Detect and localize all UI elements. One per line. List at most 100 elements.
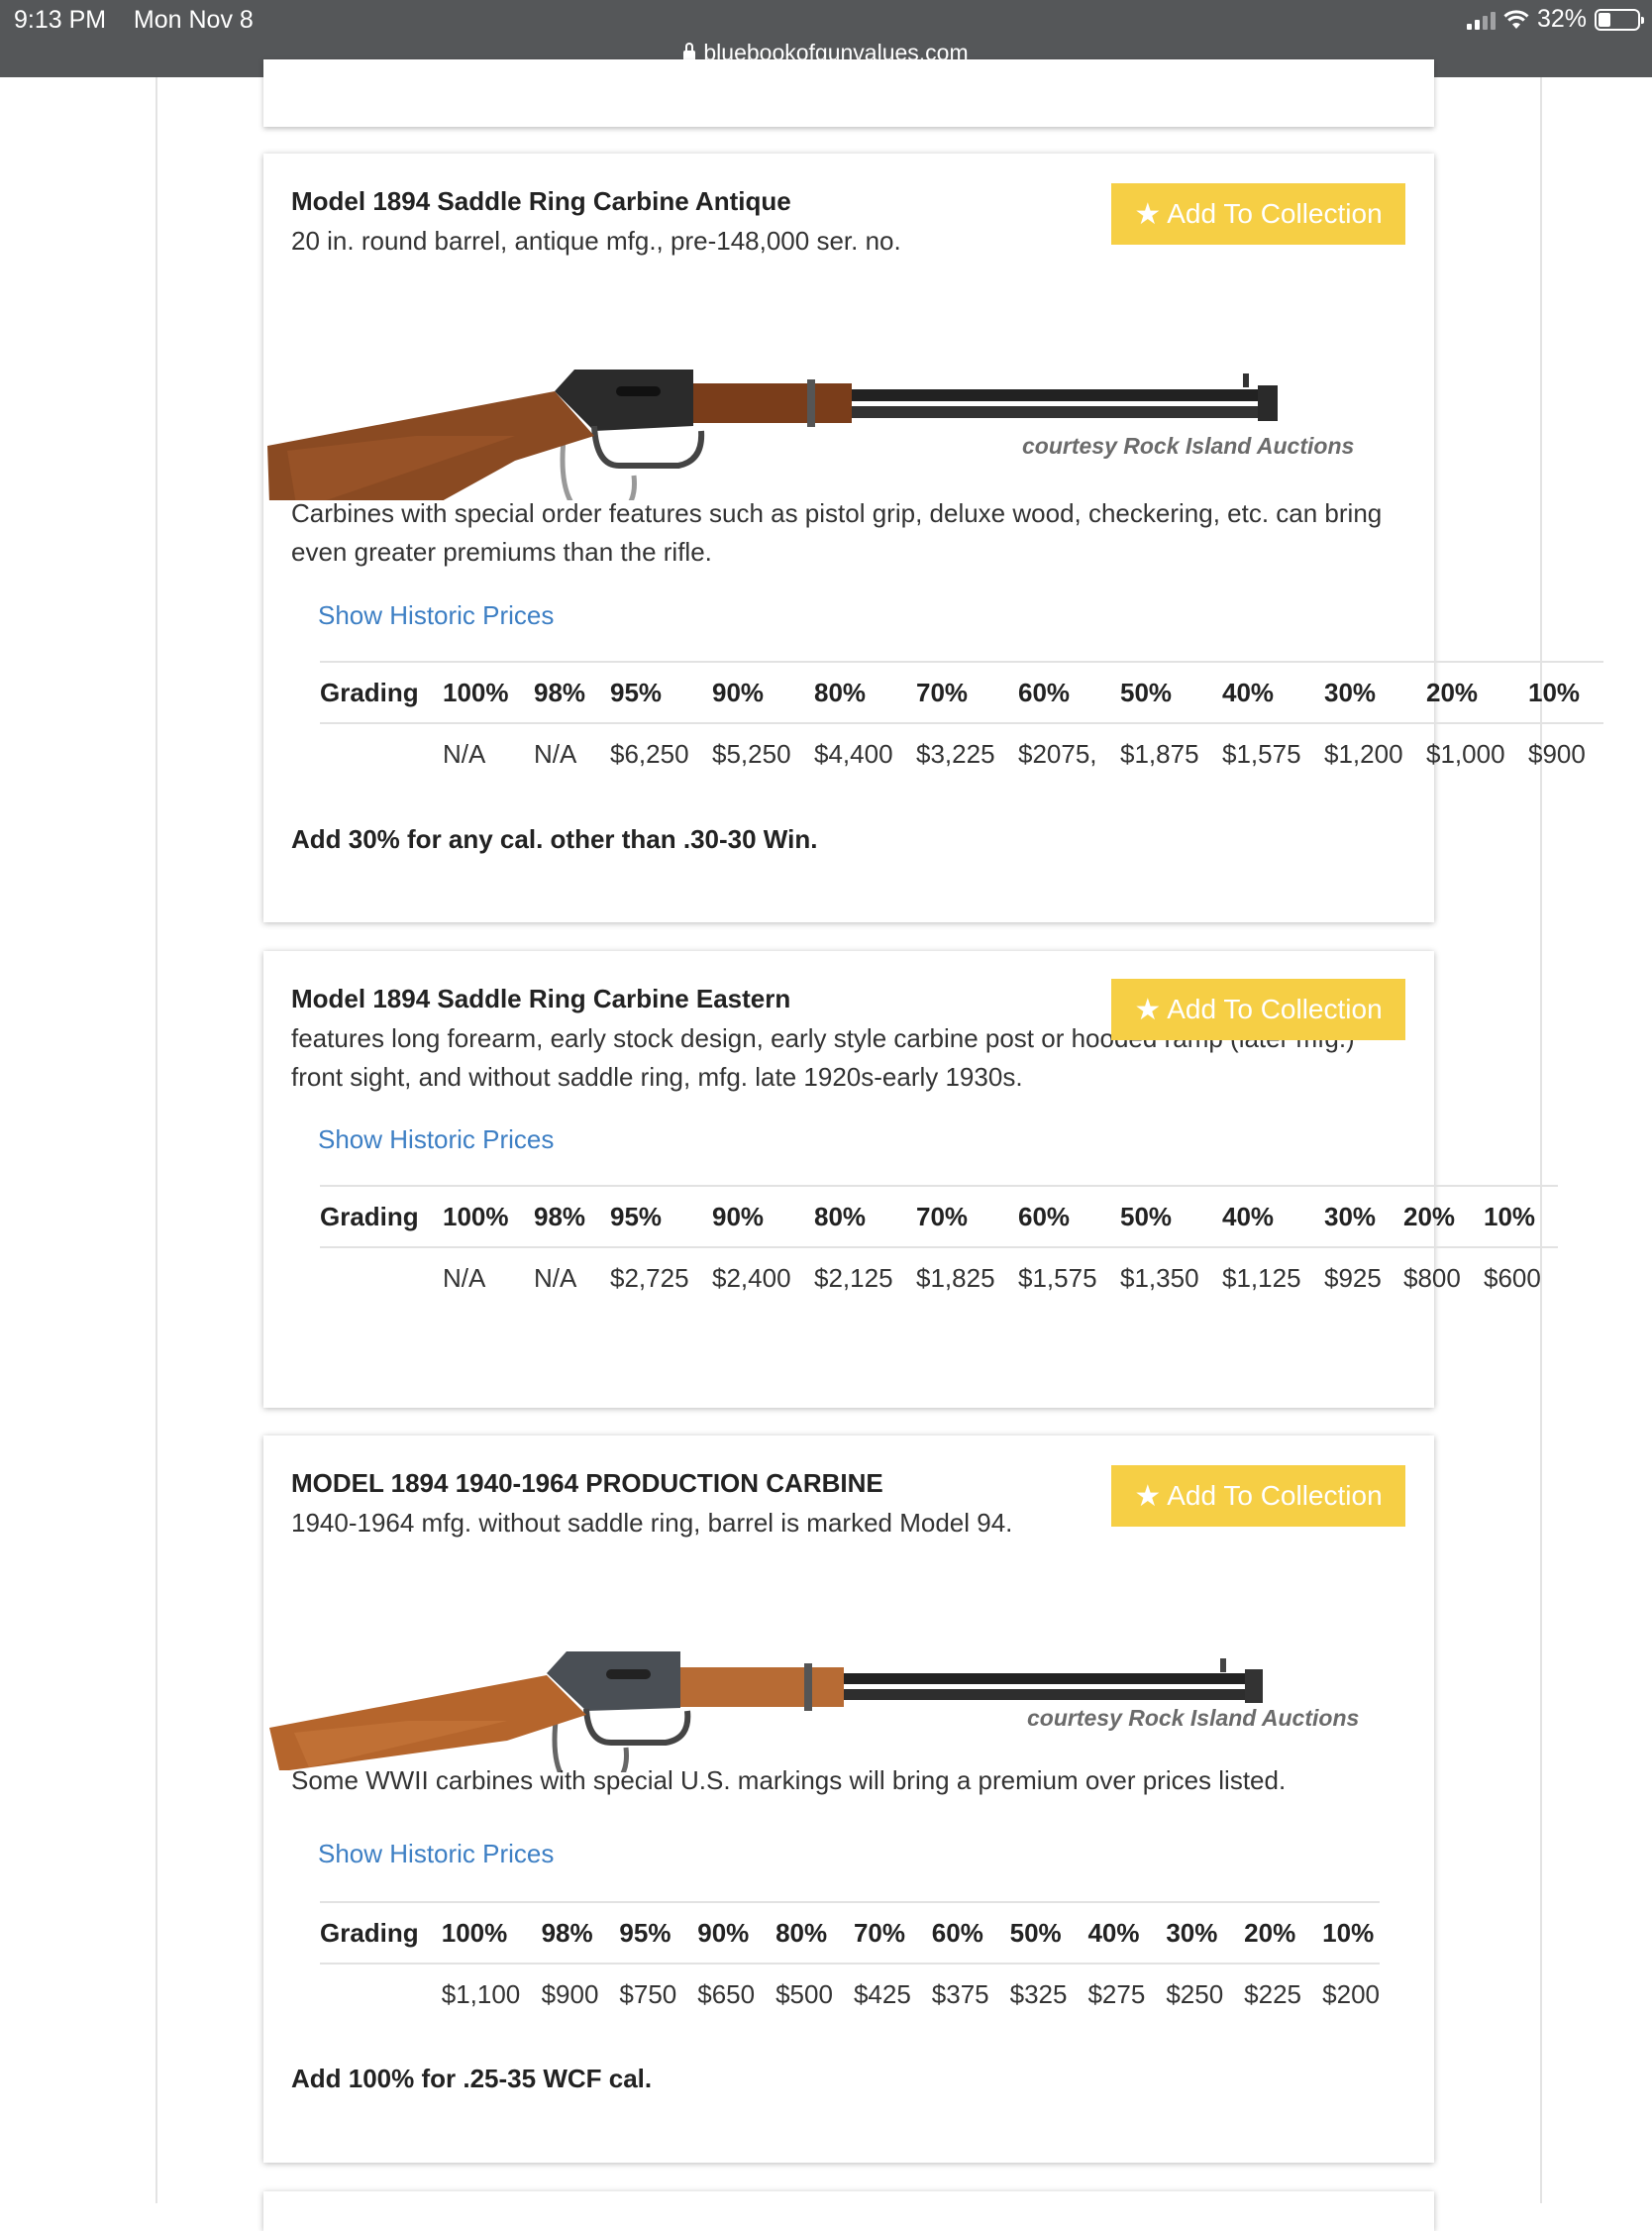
listing-note: Some WWII carbines with special U.S. mar… (291, 1765, 1287, 1795)
grade-row: Grading 100% 98% 95% 90% 80% 70% 60% 50%… (320, 661, 1603, 724)
status-indicators: 32% (1466, 5, 1644, 34)
price-cell: $250 (1166, 1978, 1224, 2009)
grade-cell: 60% (1018, 661, 1120, 724)
button-label: Add To Collection (1167, 994, 1383, 1024)
listing-card-previous (263, 59, 1434, 127)
status-time: 9:13 PM Mon Nov 8 (14, 6, 254, 35)
price-cell: $375 (931, 1978, 989, 2009)
grade-cell: 40% (1222, 1185, 1324, 1248)
grade-cell: 80% (814, 1185, 916, 1248)
price-cell: $1,575 (1222, 738, 1301, 769)
add-to-collection-button[interactable]: ★ Add To Collection (1111, 1465, 1405, 1527)
price-row: N/A N/A $2,725 $2,400 $2,125 $1,825 $1,5… (320, 1247, 1558, 1308)
grade-row: Grading 100% 98% 95% 90% 80% 70% 60% 50%… (320, 1185, 1558, 1248)
price-cell: N/A (443, 738, 486, 769)
button-label: Add To Collection (1167, 1480, 1383, 1511)
price-cell: $4,400 (814, 738, 893, 769)
listing-title: Model 1894 Saddle Ring Carbine Antique (291, 186, 791, 216)
grade-cell: 100% (441, 1901, 542, 1965)
grade-row: Grading 100% 98% 95% 90% 80% 70% 60% 50%… (320, 1901, 1380, 1965)
price-cell: $1,125 (1222, 1262, 1301, 1293)
clock: 9:13 PM (14, 6, 107, 34)
rifle-image (269, 1651, 1263, 1772)
price-cell: $1,100 (441, 1978, 521, 2009)
grade-cell: 10% (1528, 661, 1603, 724)
price-cell: $650 (697, 1978, 756, 2009)
listing-footnote: Add 30% for any cal. other than .30-30 W… (291, 824, 818, 854)
listing-description: 1940-1964 mfg. without saddle ring, barr… (291, 1508, 1013, 1538)
price-cell: $1,350 (1120, 1262, 1199, 1293)
price-row: $1,100 $900 $750 $650 $500 $425 $375 $32… (320, 1964, 1380, 2024)
price-cell: $2075, (1018, 738, 1097, 769)
rifle-image (267, 370, 1278, 500)
price-table: Grading 100% 98% 95% 90% 80% 70% 60% 50%… (320, 1185, 1558, 1308)
wifi-icon (1503, 9, 1529, 29)
listing-card-next (263, 2191, 1434, 2231)
grade-cell: 10% (1484, 1185, 1558, 1248)
grade-cell: 50% (1120, 1185, 1222, 1248)
price-cell: $800 (1403, 1262, 1461, 1293)
grading-header: Grading (320, 1185, 443, 1248)
grade-cell: 40% (1222, 661, 1324, 724)
price-cell: $2,725 (610, 1262, 689, 1293)
grade-cell: 10% (1322, 1901, 1380, 1965)
add-to-collection-button[interactable]: ★ Add To Collection (1111, 979, 1405, 1040)
grade-cell: 20% (1403, 1185, 1484, 1248)
price-cell: $900 (541, 1978, 599, 2009)
grade-cell: 98% (534, 1185, 610, 1248)
price-row: N/A N/A $6,250 $5,250 $4,400 $3,225 $207… (320, 723, 1603, 784)
listing-card: Model 1894 Saddle Ring Carbine Antique 2… (263, 154, 1603, 922)
show-historic-prices-link[interactable]: Show Historic Prices (318, 600, 554, 631)
price-cell: $1,200 (1324, 738, 1403, 769)
price-cell: $2,400 (712, 1262, 791, 1293)
price-cell: $5,250 (712, 738, 791, 769)
grade-cell: 80% (775, 1901, 854, 1965)
price-cell: $225 (1244, 1978, 1301, 2009)
grade-cell: 80% (814, 661, 916, 724)
star-icon: ★ (1134, 1479, 1162, 1513)
star-icon: ★ (1134, 197, 1162, 231)
grade-cell: 95% (610, 1185, 712, 1248)
battery-icon (1595, 8, 1644, 31)
date: Mon Nov 8 (133, 6, 254, 34)
price-cell: $2,125 (814, 1262, 893, 1293)
price-label-cell (320, 1247, 443, 1308)
price-cell: $325 (1009, 1978, 1068, 2009)
grade-cell: 40% (1087, 1901, 1167, 1965)
image-credit: courtesy Rock Island Auctions (1022, 433, 1355, 459)
grade-cell: 90% (697, 1901, 776, 1965)
price-table: Grading 100% 98% 95% 90% 80% 70% 60% 50%… (320, 661, 1603, 784)
grading-header: Grading (320, 1901, 442, 1965)
grade-cell: 70% (916, 661, 1018, 724)
price-cell: $1,825 (916, 1262, 995, 1293)
price-cell: $925 (1324, 1262, 1382, 1293)
grade-cell: 30% (1166, 1901, 1245, 1965)
show-historic-prices-link[interactable]: Show Historic Prices (318, 1124, 554, 1155)
price-cell: N/A (534, 1262, 577, 1293)
grade-cell: 70% (916, 1185, 1018, 1248)
grade-cell: 60% (1018, 1185, 1120, 1248)
grade-cell: 100% (443, 661, 534, 724)
price-cell: $275 (1087, 1978, 1146, 2009)
price-label-cell (320, 723, 443, 784)
grade-cell: 95% (610, 661, 712, 724)
price-cell: $600 (1484, 1262, 1541, 1293)
grade-cell: 90% (712, 1185, 814, 1248)
price-label-cell (320, 1964, 442, 2024)
price-cell: $1,000 (1426, 738, 1505, 769)
price-cell: $500 (775, 1978, 833, 2009)
show-historic-prices-link[interactable]: Show Historic Prices (318, 1839, 554, 1869)
grade-cell: 30% (1324, 661, 1426, 724)
grade-cell: 60% (931, 1901, 1010, 1965)
grade-cell: 100% (443, 1185, 534, 1248)
grade-cell: 50% (1120, 661, 1222, 724)
add-to-collection-button[interactable]: ★ Add To Collection (1111, 183, 1405, 245)
price-cell: $3,225 (916, 738, 995, 769)
price-cell: N/A (443, 1262, 486, 1293)
price-cell: $750 (619, 1978, 677, 2009)
grade-cell: 95% (619, 1901, 698, 1965)
grade-cell: 50% (1009, 1901, 1088, 1965)
button-label: Add To Collection (1167, 198, 1383, 229)
listing-card: MODEL 1894 1940-1964 PRODUCTION CARBINE … (263, 1435, 1434, 2163)
grade-cell: 90% (712, 661, 814, 724)
